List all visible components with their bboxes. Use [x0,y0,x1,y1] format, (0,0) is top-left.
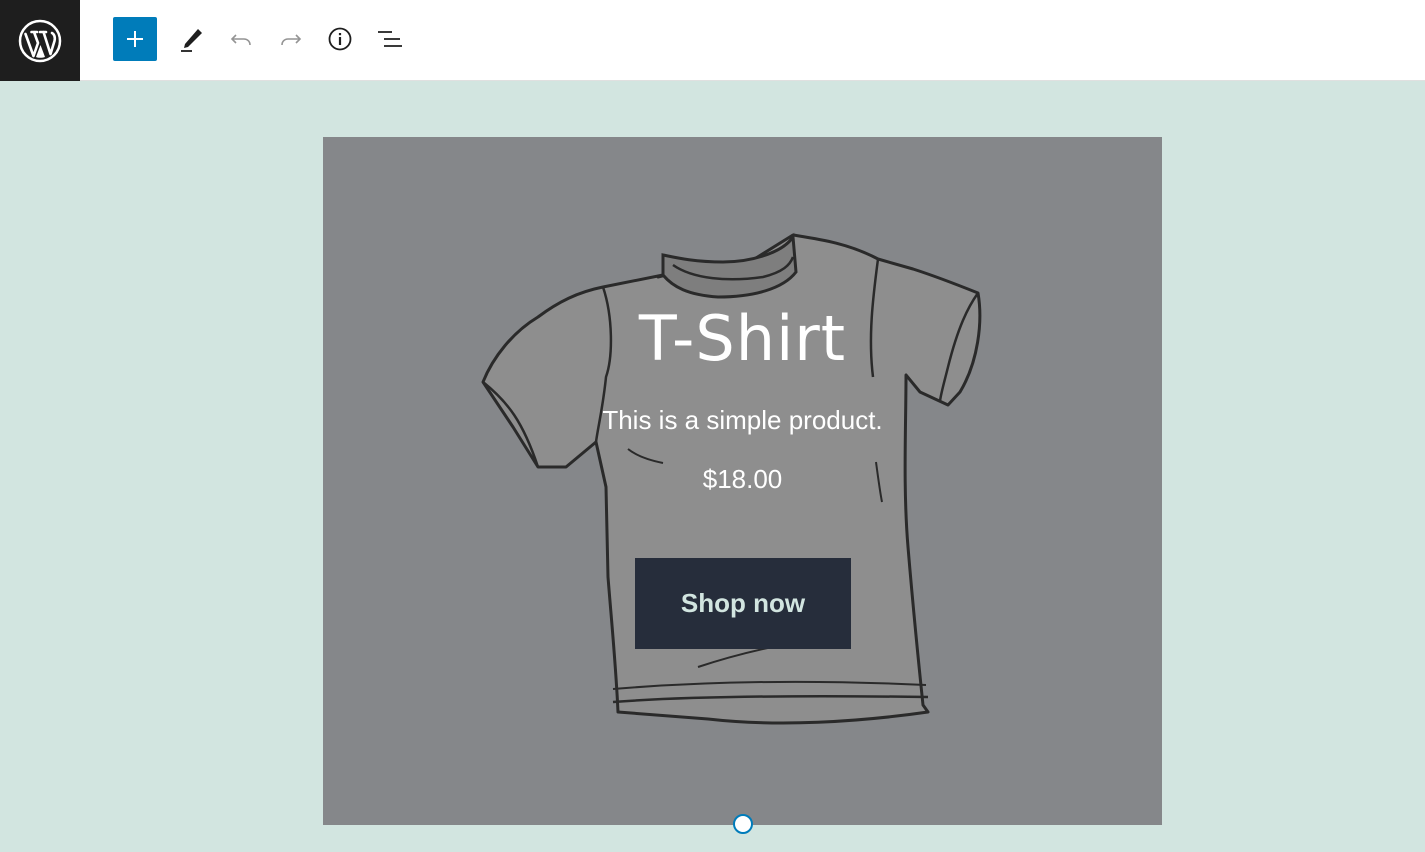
wordpress-logo-icon [18,19,62,63]
wordpress-logo-button[interactable] [0,0,80,81]
shop-now-button[interactable]: Shop now [635,558,851,649]
tools-button[interactable] [170,17,214,61]
list-view-icon [376,26,404,52]
cover-inner-content: T-Shirt This is a simple product. $18.00… [323,137,1162,825]
redo-button[interactable] [269,17,313,61]
list-view-button[interactable] [368,17,412,61]
plus-icon [124,28,146,50]
info-icon [327,26,353,52]
editor-canvas: T-Shirt This is a simple product. $18.00… [0,81,1425,852]
cover-block[interactable]: T-Shirt This is a simple product. $18.00… [323,137,1162,825]
undo-icon [228,26,254,52]
product-title[interactable]: T-Shirt [323,297,1162,381]
details-button[interactable] [318,17,362,61]
redo-icon [278,26,304,52]
cover-resize-handle[interactable] [733,814,753,834]
product-description[interactable]: This is a simple product. [323,400,1162,440]
add-block-button[interactable] [113,17,157,61]
product-price[interactable]: $18.00 [323,460,1162,498]
editor-header [0,0,1425,81]
pencil-icon [179,26,205,52]
undo-button[interactable] [219,17,263,61]
